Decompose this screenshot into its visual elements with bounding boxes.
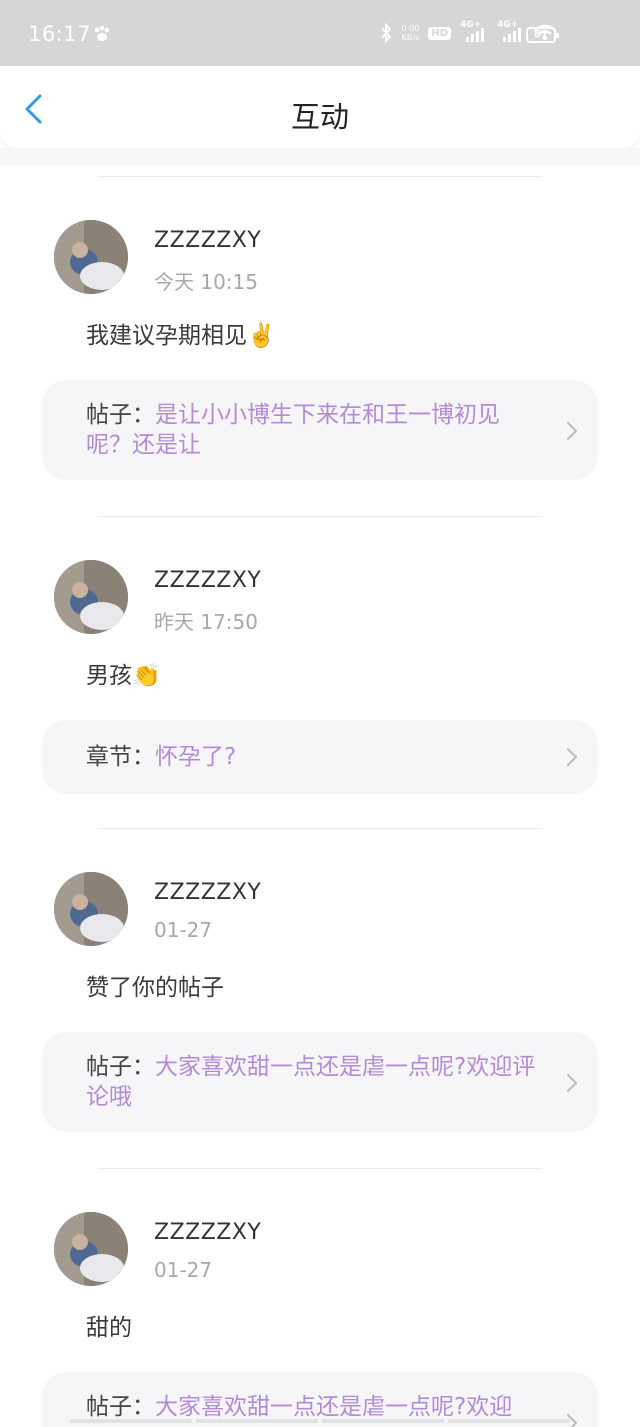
network-speed-unit: KB/s: [401, 33, 420, 42]
reference-label: 帖子：: [86, 402, 155, 428]
interaction-item: ZZZZZXY 01-27 甜的 帖子：大家喜欢甜一点还是虐一点呢?欢迎: [0, 1158, 640, 1427]
timestamp: 今天 10:15: [154, 270, 258, 294]
interaction-item: ZZZZZXY 今天 10:15 我建议孕期相见✌️ 帖子：是让小小博生下来在和…: [0, 166, 640, 506]
reference-card[interactable]: 章节：怀孕了?: [42, 720, 598, 794]
username[interactable]: ZZZZZXY: [154, 880, 261, 905]
reference-card[interactable]: 帖子：大家喜欢甜一点还是虐一点呢?欢迎评论哦: [42, 1032, 598, 1132]
reference-label: 帖子：: [86, 1054, 155, 1080]
comment-text: 男孩👏: [86, 663, 161, 689]
network-speed: 0.00 KB/s: [402, 24, 420, 42]
interaction-item: ZZZZZXY 昨天 17:50 男孩👏 章节：怀孕了?: [0, 506, 640, 818]
avatar[interactable]: [54, 872, 128, 946]
reference-label: 帖子：: [86, 1394, 155, 1420]
chevron-right-icon: [567, 422, 578, 440]
bottom-edge: [70, 1419, 570, 1423]
status-time: 16:17: [28, 22, 92, 46]
comment-text: 我建议孕期相见✌️: [86, 323, 276, 349]
hd-badge: HD: [428, 26, 451, 40]
chevron-right-icon: [567, 748, 578, 766]
signal-2: 4G+: [497, 20, 525, 44]
timestamp: 01-27: [154, 918, 213, 942]
divider: [98, 828, 542, 829]
username[interactable]: ZZZZZXY: [154, 1220, 261, 1245]
chevron-right-icon: [567, 1074, 578, 1092]
bluetooth-icon: [380, 22, 391, 44]
reference-label: 章节：: [86, 744, 155, 770]
signal-1: 4G+: [460, 20, 488, 44]
comment-text: 赞了你的帖子: [86, 975, 224, 1001]
reference-card[interactable]: 帖子：是让小小博生下来在和王一博初见呢？还是让: [42, 380, 598, 480]
comment-text: 甜的: [86, 1315, 132, 1341]
app-header: 互动: [0, 66, 640, 148]
username[interactable]: ZZZZZXY: [154, 568, 261, 593]
divider: [98, 516, 542, 517]
network-speed-value: 0.00: [401, 24, 420, 33]
reference-title: 大家喜欢甜一点还是虐一点呢?欢迎: [155, 1394, 513, 1420]
status-bar: 16:17 0.00 KB/s HD 4G+ 4G+ 87: [0, 0, 640, 70]
divider: [98, 176, 542, 177]
reference-title: 怀孕了?: [155, 744, 237, 770]
timestamp: 昨天 17:50: [154, 610, 258, 634]
avatar[interactable]: [54, 220, 128, 294]
paw-icon: [94, 25, 110, 41]
avatar[interactable]: [54, 560, 128, 634]
timestamp: 01-27: [154, 1258, 213, 1282]
username[interactable]: ZZZZZXY: [154, 228, 261, 253]
interaction-item: ZZZZZXY 01-27 赞了你的帖子 帖子：大家喜欢甜一点还是虐一点呢?欢迎…: [0, 818, 640, 1158]
page-title: 互动: [290, 100, 349, 134]
avatar[interactable]: [54, 1212, 128, 1286]
battery-indicator: 87: [526, 27, 559, 43]
header-spacer: [0, 148, 640, 166]
divider: [98, 1168, 542, 1169]
